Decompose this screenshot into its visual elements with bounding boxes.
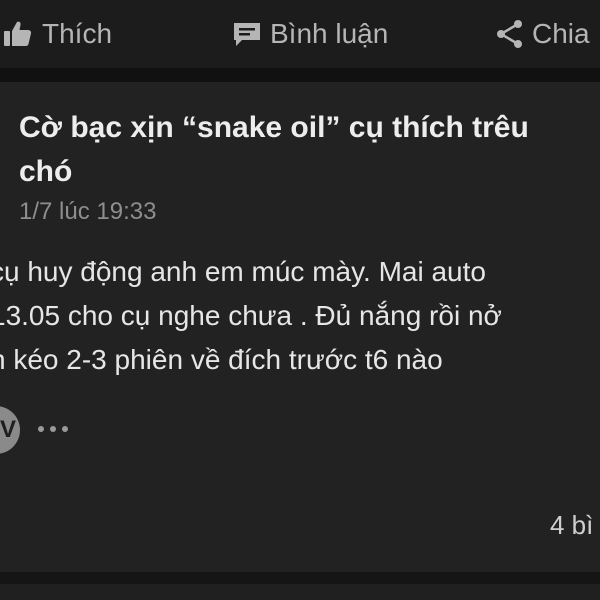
- next-card-edge: [0, 584, 600, 600]
- post-title-line: chó: [19, 155, 73, 188]
- share-button[interactable]: Chia: [496, 14, 590, 54]
- more-options-icon[interactable]: [38, 426, 68, 432]
- share-icon: [496, 19, 524, 49]
- post-body-line: h kéo 2-3 phiên về đích trước t6 nào: [0, 344, 443, 375]
- share-label: Chia: [532, 18, 590, 49]
- comment-count[interactable]: 4 bì: [550, 510, 593, 541]
- post-body-line: cụ huy động anh em múc mày. Mai auto: [0, 256, 486, 287]
- thumbs-up-icon: [2, 18, 34, 50]
- post-timestamp: 1/7 lúc 19:33: [19, 198, 157, 225]
- post-action-bar: Thích Bình luận Chia: [0, 0, 600, 68]
- avatar-initial: V: [0, 416, 17, 443]
- post-screen: Thích Bình luận Chia Cờ bạc xịn “snake o…: [0, 0, 600, 600]
- comment-icon: [232, 19, 262, 49]
- like-button[interactable]: Thích: [2, 14, 112, 54]
- comment-label: Bình luận: [270, 18, 389, 49]
- post-body: cụ huy động anh em múc mày. Mai auto 13.…: [0, 250, 600, 382]
- post-title[interactable]: Cờ bạc xịn “snake oil” cụ thích trêu chó: [19, 106, 600, 194]
- comment-button[interactable]: Bình luận: [232, 14, 388, 54]
- section-divider: [0, 68, 600, 82]
- post-title-line: Cờ bạc xịn “snake oil” cụ thích trêu: [19, 111, 529, 144]
- like-label: Thích: [42, 18, 113, 49]
- section-divider: [0, 572, 600, 584]
- post-body-line: 13.05 cho cụ nghe chưa . Đủ nắng rồi nở: [0, 300, 502, 331]
